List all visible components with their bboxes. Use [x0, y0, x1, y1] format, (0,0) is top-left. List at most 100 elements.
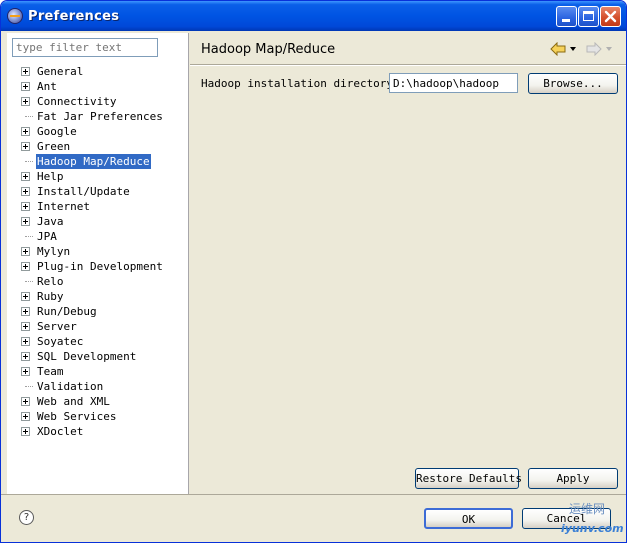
tree-item[interactable]: Ruby	[7, 289, 187, 304]
expand-icon[interactable]	[21, 187, 30, 196]
tree-item[interactable]: Mylyn	[7, 244, 187, 259]
tree-item[interactable]: Java	[7, 214, 187, 229]
tree-item-label: Web and XML	[37, 395, 110, 408]
restore-defaults-button[interactable]: Restore Defaults	[415, 468, 522, 489]
expand-icon[interactable]	[21, 427, 30, 436]
install-dir-label: Hadoop installation directory:	[201, 77, 400, 90]
tree-leaf-connector	[25, 161, 33, 162]
tree-item-label: Mylyn	[37, 245, 71, 258]
title-bar[interactable]: Preferences	[1, 1, 626, 31]
ok-button[interactable]: OK	[424, 508, 513, 529]
tree-item[interactable]: Relo	[7, 274, 187, 289]
expand-icon[interactable]	[21, 127, 30, 136]
tree-item-label: Plug-in Development	[37, 260, 163, 273]
tree-item[interactable]: JPA	[7, 229, 187, 244]
tree-item[interactable]: Run/Debug	[7, 304, 187, 319]
expand-icon[interactable]	[21, 247, 30, 256]
tree-leaf-connector	[25, 116, 33, 117]
apply-button[interactable]: Apply	[528, 468, 618, 489]
tree-item[interactable]: Connectivity	[7, 94, 187, 109]
tree-item[interactable]: Google	[7, 124, 187, 139]
tree-item[interactable]: Hadoop Map/Reduce	[7, 154, 187, 169]
tree-leaf-connector	[25, 386, 33, 387]
tree-item[interactable]: Web Services	[7, 409, 187, 424]
window-title: Preferences	[28, 9, 120, 24]
tree-item-label: Connectivity	[37, 95, 117, 108]
expand-icon[interactable]	[21, 67, 30, 76]
back-history-dropdown-icon[interactable]	[570, 47, 576, 51]
close-button[interactable]	[600, 6, 621, 27]
browse-button[interactable]: Browse...	[528, 73, 618, 94]
install-dir-input[interactable]: D:\hadoop\hadoop	[389, 73, 518, 93]
minimize-button[interactable]	[556, 6, 577, 27]
tree-item[interactable]: Plug-in Development	[7, 259, 187, 274]
tree-leaf-connector	[25, 281, 33, 282]
tree-item-label: Run/Debug	[37, 305, 97, 318]
help-icon[interactable]: ?	[19, 510, 34, 525]
close-icon	[604, 10, 617, 23]
tree-item[interactable]: Internet	[7, 199, 187, 214]
tree-item-label: Google	[37, 125, 77, 138]
expand-icon[interactable]	[21, 307, 30, 316]
tree-item[interactable]: Server	[7, 319, 187, 334]
tree-item-label: Green	[37, 140, 71, 153]
cancel-button[interactable]: Cancel	[522, 508, 611, 529]
expand-icon[interactable]	[21, 397, 30, 406]
preference-tree: General Ant Connectivity Fat Jar Preference…	[7, 64, 187, 439]
tree-item[interactable]: Web and XML	[7, 394, 187, 409]
tree-item-label: SQL Development	[37, 350, 137, 363]
tree-item[interactable]: Validation	[7, 379, 187, 394]
footer-divider	[1, 494, 626, 495]
tree-item[interactable]: XDoclet	[7, 424, 187, 439]
tree-item-label: Soyatec	[37, 335, 84, 348]
expand-icon[interactable]	[21, 172, 30, 181]
eclipse-icon	[7, 8, 23, 24]
expand-icon[interactable]	[21, 337, 30, 346]
minimize-icon	[562, 19, 570, 22]
expand-icon[interactable]	[21, 217, 30, 226]
tree-item[interactable]: Help	[7, 169, 187, 184]
back-arrow-icon[interactable]	[550, 42, 566, 56]
tree-item[interactable]: Install/Update	[7, 184, 187, 199]
tree-item-label: Server	[37, 320, 77, 333]
tree-leaf-connector	[25, 236, 33, 237]
tree-item-label: Team	[37, 365, 64, 378]
tree-item-label: Ant	[37, 80, 57, 93]
expand-icon[interactable]	[21, 82, 30, 91]
tree-item-label: Relo	[37, 275, 64, 288]
tree-item[interactable]: Soyatec	[7, 334, 187, 349]
expand-icon[interactable]	[21, 262, 30, 271]
tree-item-label: Fat Jar Preferences	[37, 110, 163, 123]
forward-history-dropdown-icon[interactable]	[606, 47, 612, 51]
expand-icon[interactable]	[21, 202, 30, 211]
expand-icon[interactable]	[21, 292, 30, 301]
tree-item[interactable]: Green	[7, 139, 187, 154]
tree-item[interactable]: SQL Development	[7, 349, 187, 364]
tree-item-label: JPA	[37, 230, 57, 243]
page-title: Hadoop Map/Reduce	[201, 42, 336, 57]
expand-icon[interactable]	[21, 97, 30, 106]
tree-item[interactable]: General	[7, 64, 187, 79]
expand-icon[interactable]	[21, 412, 30, 421]
tree-item-label: Hadoop Map/Reduce	[36, 154, 151, 169]
tree-item-label: Java	[37, 215, 64, 228]
tree-item-label: XDoclet	[37, 425, 84, 438]
tree-item-label: Web Services	[37, 410, 117, 423]
expand-icon[interactable]	[21, 322, 30, 331]
maximize-button[interactable]	[578, 6, 599, 27]
preference-tree-panel: General Ant Connectivity Fat Jar Preference…	[7, 33, 189, 494]
tree-item-label: General	[37, 65, 84, 78]
tree-item-label: Validation	[37, 380, 104, 393]
tree-item-label: Help	[37, 170, 64, 183]
forward-arrow-icon[interactable]	[586, 42, 602, 56]
tree-item[interactable]: Fat Jar Preferences	[7, 109, 187, 124]
filter-input[interactable]	[12, 38, 158, 57]
expand-icon[interactable]	[21, 367, 30, 376]
tree-item[interactable]: Team	[7, 364, 187, 379]
expand-icon[interactable]	[21, 142, 30, 151]
tree-item-label: Ruby	[37, 290, 64, 303]
expand-icon[interactable]	[21, 352, 30, 361]
preference-page: Hadoop Map/Reduce Hadoop installation di…	[190, 33, 626, 494]
tree-item[interactable]: Ant	[7, 79, 187, 94]
tree-item-label: Install/Update	[37, 185, 130, 198]
